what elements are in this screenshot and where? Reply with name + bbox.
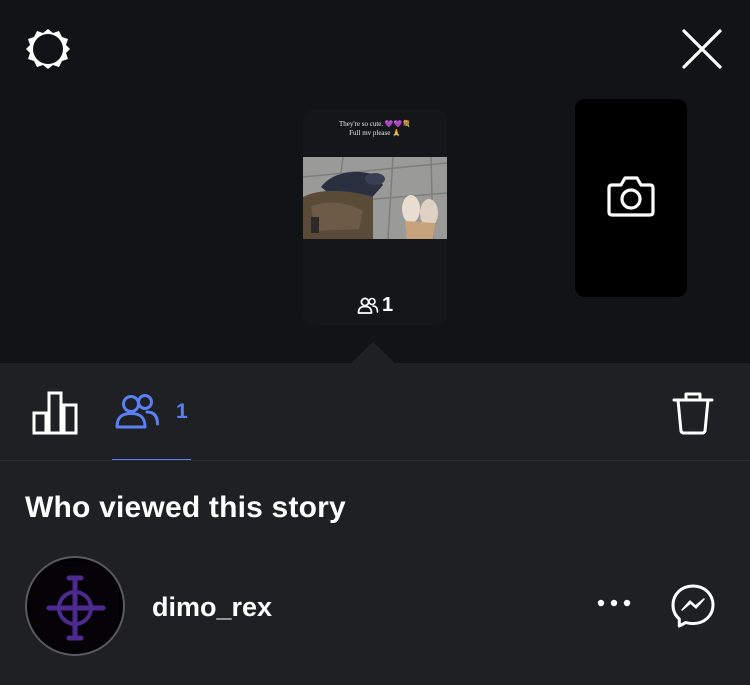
story-caption-line: Full mv please 🙏 bbox=[349, 129, 401, 137]
add-story-card[interactable] bbox=[575, 99, 687, 297]
story-preview-area: They're so cute. 💜💜💐 Full mv please 🙏 1 bbox=[0, 0, 750, 362]
section-title: Who viewed this story bbox=[25, 491, 346, 524]
selected-story-pointer bbox=[351, 342, 395, 363]
close-icon[interactable] bbox=[678, 25, 726, 73]
viewer-username[interactable]: dimo_rex bbox=[152, 592, 272, 623]
gear-icon[interactable] bbox=[24, 25, 72, 73]
story-viewer-count-label: 1 bbox=[381, 294, 394, 316]
tab-viewers[interactable]: 1 bbox=[112, 389, 192, 459]
story-viewer-count[interactable]: 1 bbox=[303, 294, 447, 317]
more-icon[interactable] bbox=[596, 596, 632, 610]
story-thumbnail[interactable]: They're so cute. 💜💜💐 Full mv please 🙏 1 bbox=[303, 110, 447, 325]
bar-chart-icon[interactable] bbox=[32, 391, 78, 435]
camera-icon bbox=[607, 176, 655, 217]
tab-divider bbox=[0, 460, 750, 461]
avatar[interactable] bbox=[25, 556, 125, 656]
viewers-panel: 1 Who viewed this story dimo_rex bbox=[0, 363, 750, 685]
story-photo bbox=[303, 157, 447, 239]
avatar-image bbox=[31, 562, 119, 650]
messenger-icon[interactable] bbox=[670, 583, 716, 629]
people-icon bbox=[115, 394, 159, 429]
people-icon bbox=[357, 297, 379, 314]
panel-tabs: 1 bbox=[0, 363, 750, 461]
story-caption: They're so cute. 💜💜💐 Full mv please 🙏 bbox=[303, 120, 447, 138]
trash-icon[interactable] bbox=[672, 391, 714, 435]
viewers-tab-count: 1 bbox=[176, 400, 188, 423]
story-caption-line: They're so cute. 💜💜💐 bbox=[338, 120, 412, 128]
viewer-list-item[interactable]: dimo_rex bbox=[0, 554, 750, 656]
